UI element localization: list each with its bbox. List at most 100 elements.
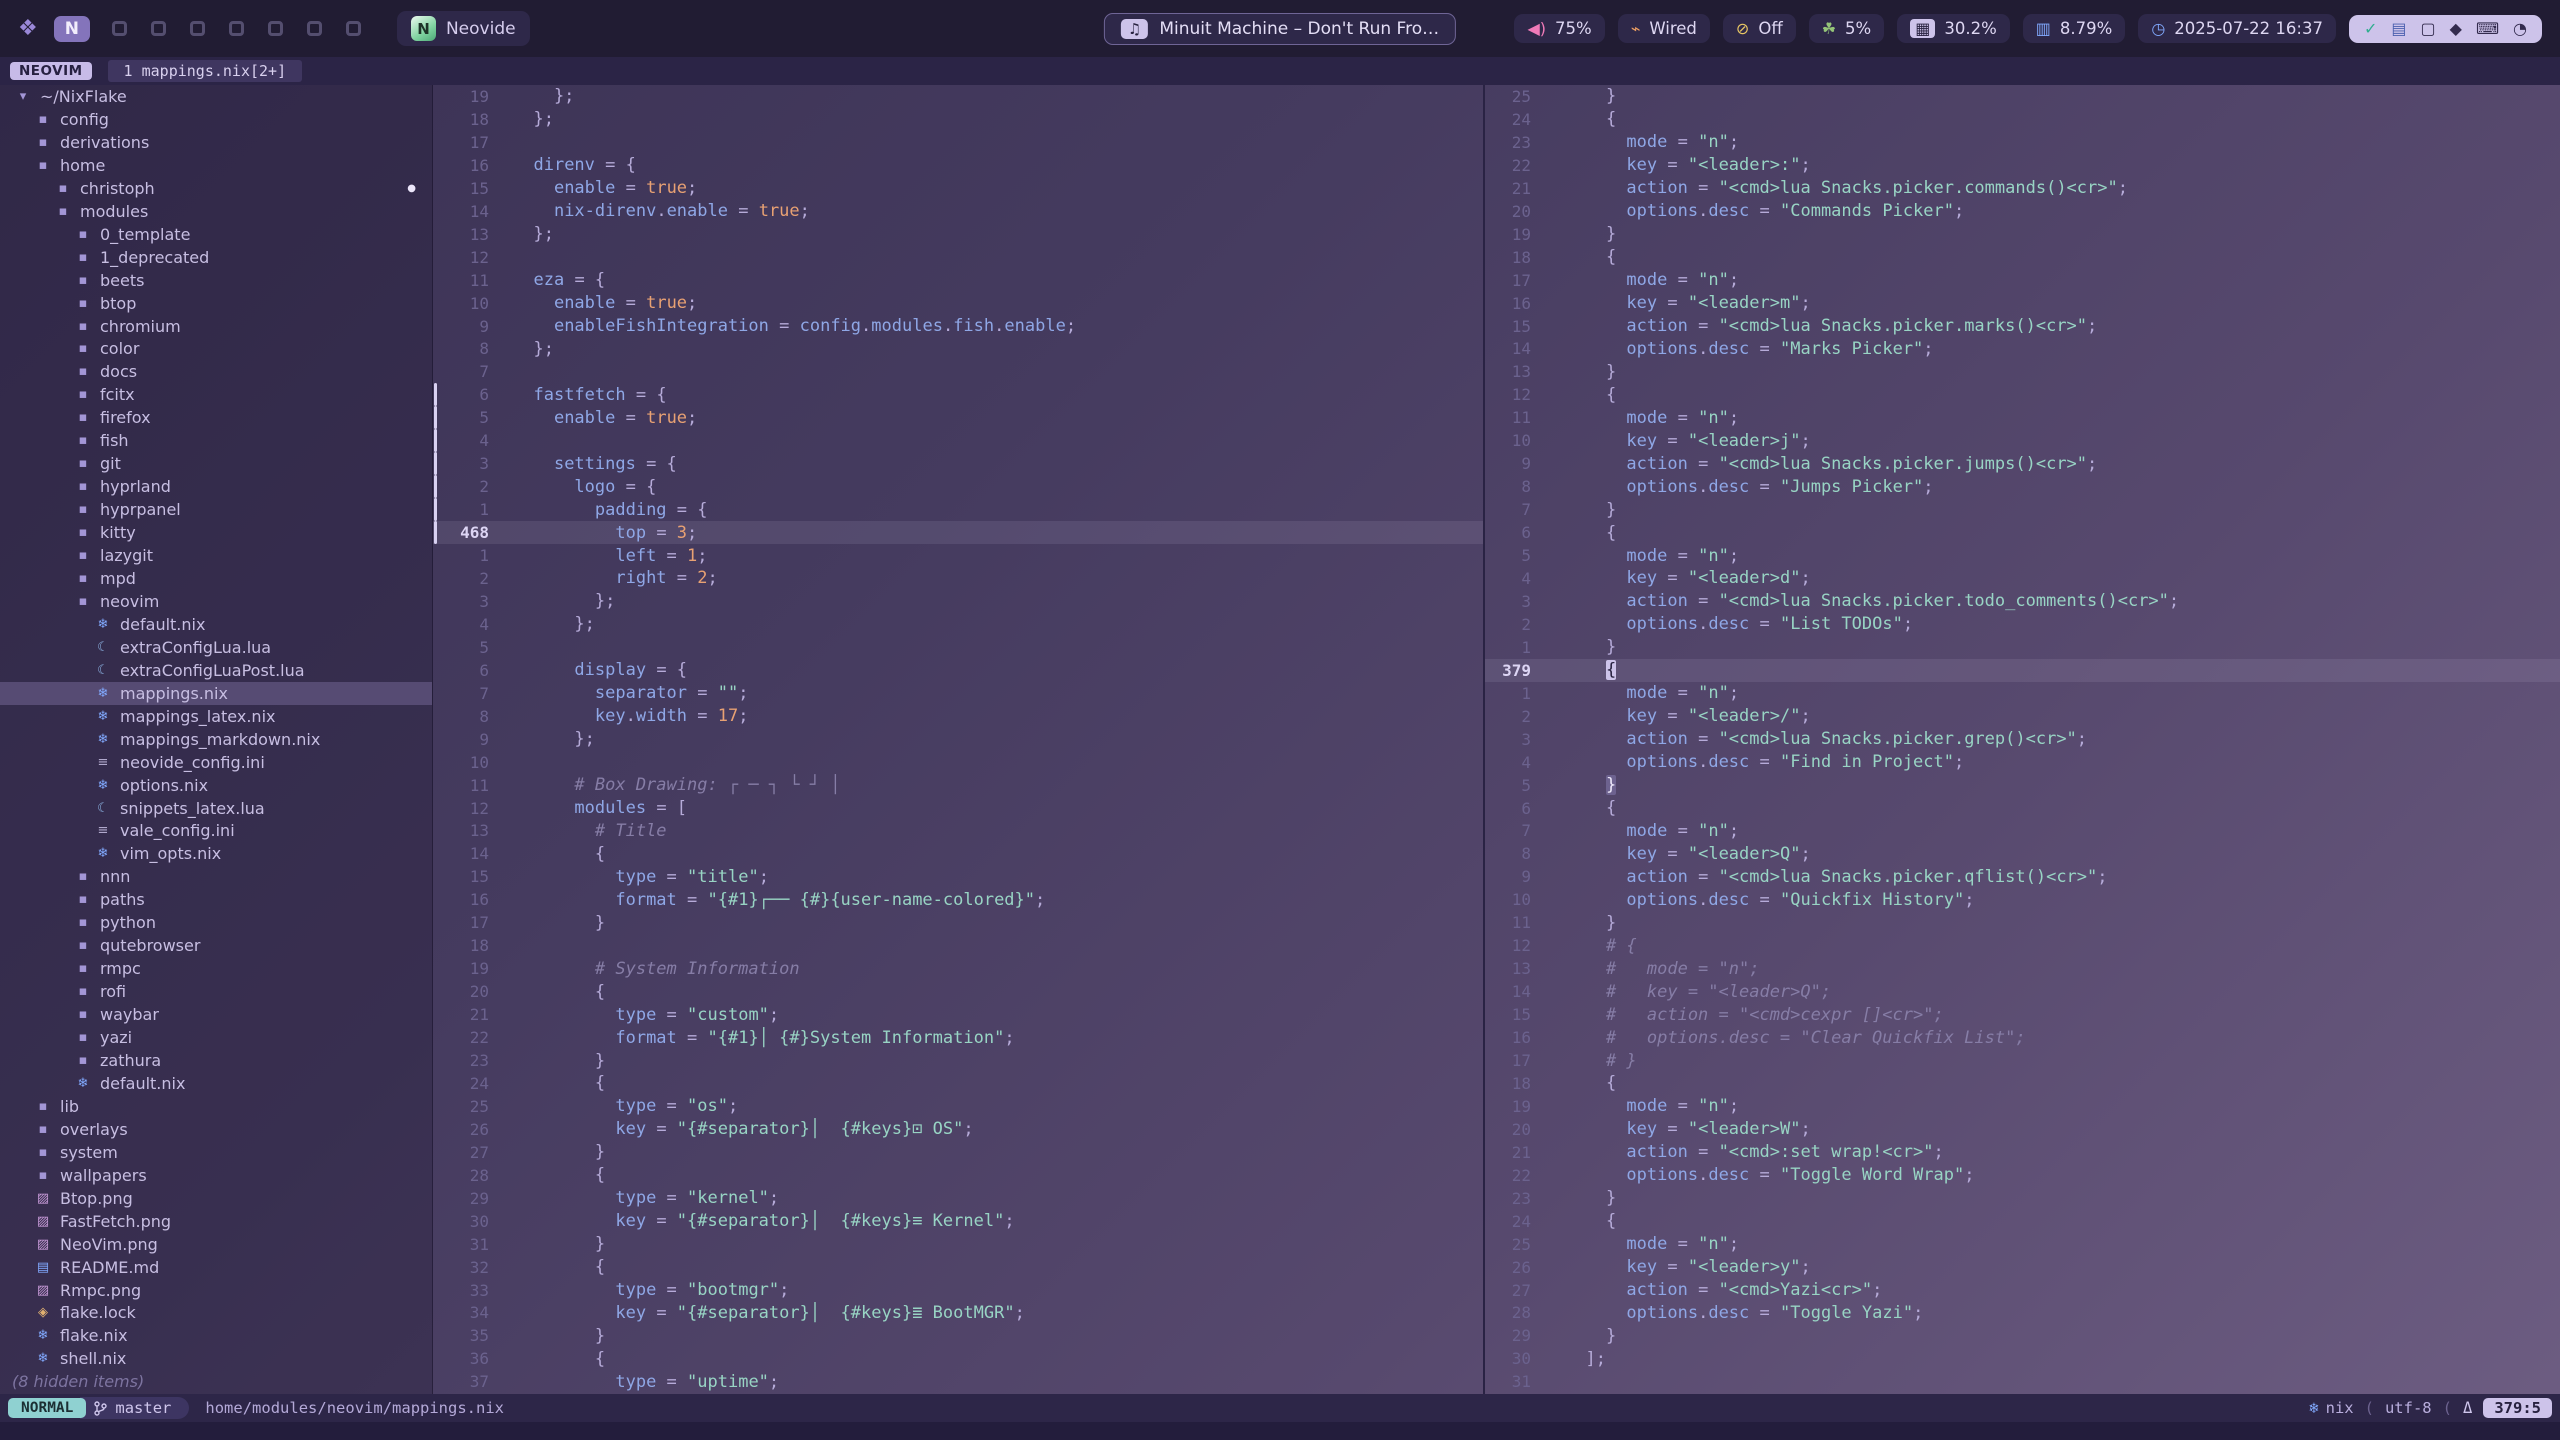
bluetooth-icon[interactable]: ◆ [2450,21,2462,37]
code-line[interactable]: 3 settings = { [433,452,1483,475]
tree-item[interactable]: ▪christoph● [0,177,432,200]
code-line[interactable]: 6 { [1485,797,2560,820]
code-line[interactable]: 14 { [433,842,1483,865]
code-line[interactable]: 17 } [433,911,1483,934]
code-line[interactable]: 14 # key = "<leader>Q"; [1485,980,2560,1003]
code-line[interactable]: 11 eza = { [433,269,1483,292]
tree-item[interactable]: ▨FastFetch.png [0,1210,432,1233]
tree-item[interactable]: ▨NeoVim.png [0,1233,432,1256]
code-line[interactable]: 22 options.desc = "Toggle Word Wrap"; [1485,1164,2560,1187]
code-line[interactable]: 28 options.desc = "Toggle Yazi"; [1485,1302,2560,1325]
tree-item[interactable]: ▪hyprland [0,475,432,498]
tree-item[interactable]: ▪lazygit [0,544,432,567]
tree-item[interactable]: ≡vale_config.ini [0,820,432,843]
code-line[interactable]: 24 { [1485,1210,2560,1233]
tree-item[interactable]: ▪wallpapers [0,1164,432,1187]
code-line[interactable]: 12 { [1485,383,2560,406]
tree-item[interactable]: ▨Btop.png [0,1187,432,1210]
tree-item[interactable]: ▪kitty [0,521,432,544]
code-line[interactable]: 3 }; [433,590,1483,613]
code-line[interactable]: 10 options.desc = "Quickfix History"; [1485,888,2560,911]
code-line[interactable]: 4 key = "<leader>d"; [1485,567,2560,590]
code-line[interactable]: 27 } [433,1141,1483,1164]
code-line[interactable]: 23 mode = "n"; [1485,131,2560,154]
battery-module[interactable]: ☘5% [1809,14,1885,43]
tree-item[interactable]: ☾snippets_latex.lua [0,797,432,820]
code-line[interactable]: 15 action = "<cmd>lua Snacks.picker.mark… [1485,315,2560,338]
code-line[interactable]: 29 } [1485,1324,2560,1347]
tree-item[interactable]: ▪rmpc [0,957,432,980]
code-line[interactable]: 14 nix-direnv.enable = true; [433,200,1483,223]
code-line[interactable]: 13 } [1485,360,2560,383]
code-line[interactable]: 30 key = "{#separator}│ {#keys}≡ Kernel"… [433,1210,1483,1233]
code-line[interactable]: 31 [1485,1370,2560,1393]
code-line[interactable]: 23 } [1485,1187,2560,1210]
workspace-button[interactable] [229,21,244,36]
tab-mappings-nix[interactable]: 1 mappings.nix[2+] [108,60,303,82]
tree-item[interactable]: ▪waybar [0,1003,432,1026]
tree-item[interactable]: ❄options.nix [0,774,432,797]
clipboard-icon[interactable]: ▤ [2391,21,2406,37]
code-line[interactable]: 17 [433,131,1483,154]
tree-item[interactable]: ▪firefox [0,406,432,429]
workspace-button-active[interactable]: N [54,16,90,42]
tree-item[interactable]: ☾extraConfigLua.lua [0,636,432,659]
tree-item[interactable]: ▪neovim [0,590,432,613]
code-line[interactable]: 18 }; [433,108,1483,131]
code-line[interactable]: 7 mode = "n"; [1485,820,2560,843]
workspace-button[interactable] [190,21,205,36]
tree-item[interactable]: ◈flake.lock [0,1302,432,1325]
code-line[interactable]: 21 action = "<cmd>lua Snacks.picker.comm… [1485,177,2560,200]
tree-item[interactable]: ▪fish [0,429,432,452]
workspace-button[interactable] [268,21,283,36]
code-line[interactable]: 8 }; [433,337,1483,360]
code-line[interactable]: 23 } [433,1049,1483,1072]
volume-module[interactable]: ◀)75% [1514,14,1604,43]
code-line[interactable]: 24 { [1485,108,2560,131]
code-line[interactable]: 25 mode = "n"; [1485,1233,2560,1256]
code-line[interactable]: 15 # action = "<cmd>cexpr []<cr>"; [1485,1003,2560,1026]
tree-item[interactable]: ▪btop [0,292,432,315]
code-line[interactable]: 3 action = "<cmd>lua Snacks.picker.grep(… [1485,728,2560,751]
code-line[interactable]: 28 { [433,1164,1483,1187]
code-line[interactable]: 21 action = "<cmd>:set wrap!<cr>"; [1485,1141,2560,1164]
code-line[interactable]: 4 }; [433,613,1483,636]
code-line[interactable]: 4 [433,429,1483,452]
tree-item[interactable]: ▪hyprpanel [0,498,432,521]
notifications-module[interactable]: ⊘Off [1723,14,1796,43]
code-line[interactable]: 1 left = 1; [433,544,1483,567]
tree-item[interactable]: ▾~/NixFlake [0,85,432,108]
code-line[interactable]: 379 { [1485,659,2560,682]
code-line[interactable]: 9 }; [433,728,1483,751]
code-line[interactable]: 22 format = "{#1}│ {#}System Information… [433,1026,1483,1049]
cpu-module[interactable]: ▦30.2% [1897,14,2010,43]
keyboard-icon[interactable]: ⌨ [2476,21,2499,37]
code-line[interactable]: 37 type = "uptime"; [433,1370,1483,1393]
code-line[interactable]: 26 key = "<leader>y"; [1485,1256,2560,1279]
code-line[interactable]: 2 key = "<leader>/"; [1485,705,2560,728]
code-line[interactable]: 15 enable = true; [433,177,1483,200]
code-line[interactable]: 18 { [1485,1072,2560,1095]
tree-item[interactable]: ▪lib [0,1095,432,1118]
tree-item[interactable]: ❄shell.nix [0,1347,432,1370]
network-module[interactable]: ⌁Wired [1618,14,1710,43]
tree-item[interactable]: ▪system [0,1141,432,1164]
code-line[interactable]: 25 type = "os"; [433,1095,1483,1118]
code-line[interactable]: 24 { [433,1072,1483,1095]
code-line[interactable]: 9 enableFishIntegration = config.modules… [433,315,1483,338]
code-line[interactable]: 17 mode = "n"; [1485,269,2560,292]
code-line[interactable]: 16 # options.desc = "Clear Quickfix List… [1485,1026,2560,1049]
tree-item[interactable]: ▪1_deprecated [0,246,432,269]
code-line[interactable]: 31 } [433,1233,1483,1256]
workspace-button[interactable] [307,21,322,36]
tree-item[interactable]: ▪nnn [0,865,432,888]
code-line[interactable]: 4 options.desc = "Find in Project"; [1485,751,2560,774]
code-line[interactable]: 2 options.desc = "List TODOs"; [1485,613,2560,636]
bell-icon[interactable]: ◔ [2513,21,2527,37]
tree-item[interactable]: ▪zathura [0,1049,432,1072]
code-line[interactable]: 1 mode = "n"; [1485,682,2560,705]
code-line[interactable]: 15 type = "title"; [433,865,1483,888]
code-line[interactable]: 16 key = "<leader>m"; [1485,292,2560,315]
tree-item[interactable]: ▪0_template [0,223,432,246]
code-line[interactable]: 18 [433,934,1483,957]
